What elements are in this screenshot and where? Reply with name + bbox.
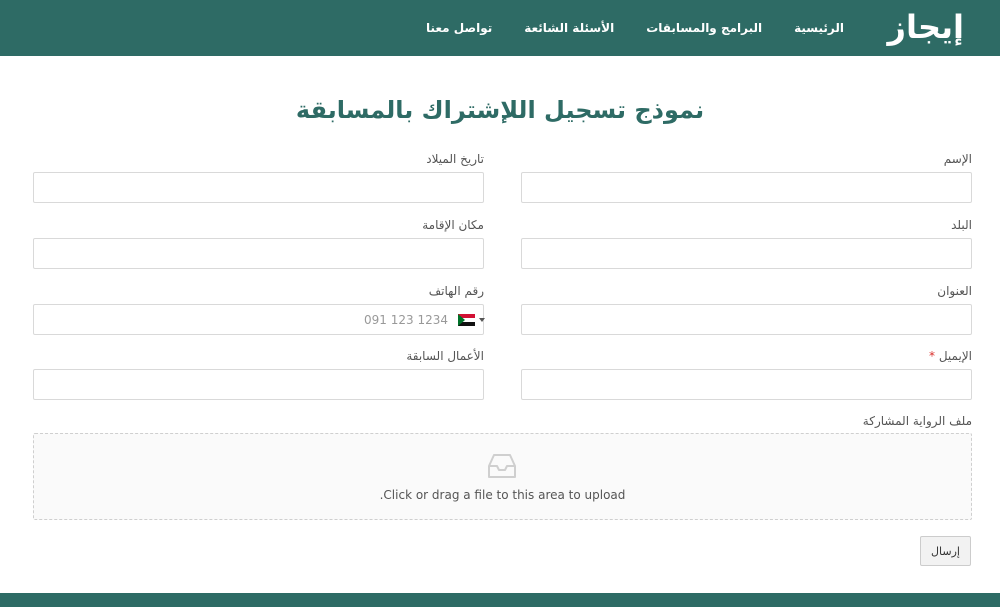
nav-link-home[interactable]: الرئيسية: [794, 21, 844, 35]
birthdate-label: تاريخ الميلاد: [426, 152, 484, 166]
birthdate-input[interactable]: [33, 172, 484, 203]
nav-link-contact[interactable]: تواصل معنا: [426, 21, 492, 35]
required-mark: *: [929, 349, 935, 363]
address-field-group: العنوان: [521, 283, 972, 335]
previous-works-input[interactable]: [33, 369, 484, 400]
country-code-selector[interactable]: [458, 314, 485, 326]
email-label-text: الإيميل: [938, 349, 972, 363]
country-input[interactable]: [521, 238, 972, 269]
residence-input[interactable]: [33, 238, 484, 269]
nav-link-programs[interactable]: البرامج والمسابقات: [646, 21, 762, 35]
top-navbar: إيجاز الرئيسية البرامج والمسابقات الأسئل…: [0, 0, 1000, 56]
previous-works-field-group: الأعمال السابقة: [33, 348, 484, 400]
address-input[interactable]: [521, 304, 972, 335]
file-upload-dropzone[interactable]: Click or drag a file to this area to upl…: [33, 433, 972, 520]
name-field-group: الإسم: [521, 151, 972, 203]
main-nav: الرئيسية البرامج والمسابقات الأسئلة الشا…: [426, 0, 844, 56]
country-field-group: البلد: [521, 217, 972, 269]
residence-label: مكان الإقامة: [422, 218, 484, 232]
inbox-icon: [488, 454, 516, 478]
phone-label: رقم الهاتف: [428, 284, 484, 298]
residence-field-group: مكان الإقامة: [33, 217, 484, 269]
country-label: البلد: [951, 218, 972, 232]
chevron-down-icon: [479, 318, 485, 322]
phone-field-group: رقم الهاتف: [33, 283, 485, 335]
site-logo[interactable]: إيجاز: [888, 6, 964, 48]
email-field-group: الإيميل *: [521, 348, 972, 400]
nav-link-faq[interactable]: الأسئلة الشائعة: [524, 21, 614, 35]
name-input[interactable]: [521, 172, 972, 203]
birthdate-field-group: تاريخ الميلاد: [33, 151, 484, 203]
upload-hint-text: Click or drag a file to this area to upl…: [379, 488, 626, 502]
name-label: الإسم: [943, 152, 972, 166]
footer-bar: [0, 593, 1000, 607]
sudan-flag-icon: [458, 314, 475, 326]
submit-button[interactable]: إرسال: [920, 536, 971, 566]
page-title: نموذج تسجيل اللإشتراك بالمسابقة: [295, 96, 705, 124]
phone-input[interactable]: [34, 305, 483, 334]
address-label: العنوان: [937, 284, 972, 298]
upload-label: ملف الرواية المشاركة: [862, 414, 972, 428]
email-label: الإيميل *: [521, 348, 972, 366]
previous-works-label: الأعمال السابقة: [406, 349, 484, 363]
email-input[interactable]: [521, 369, 972, 400]
phone-input-wrapper: [33, 304, 485, 335]
